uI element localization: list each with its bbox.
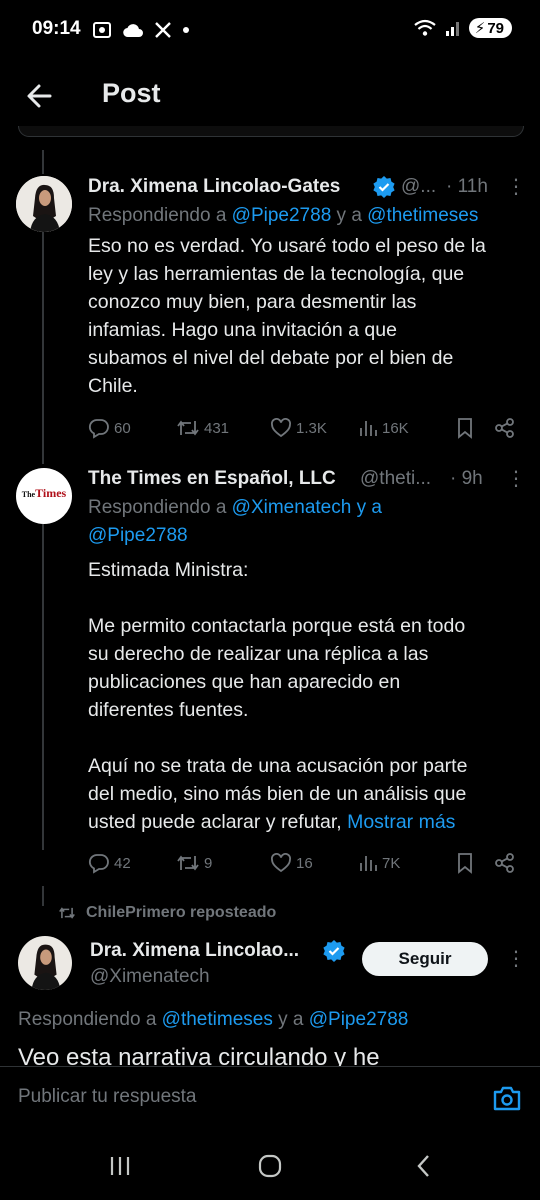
share-icon — [495, 853, 514, 873]
arrow-left-icon — [27, 84, 52, 108]
reply-button[interactable]: 42 — [88, 852, 176, 874]
views-button[interactable]: 7K — [358, 853, 456, 873]
post-text: Eso no es verdad. Yo usaré todo el peso … — [88, 235, 486, 397]
author-name[interactable]: Dra. Ximena Lincolao... — [90, 940, 299, 962]
profile-photo — [18, 936, 72, 990]
reply-input[interactable]: Publicar tu respuesta — [18, 1086, 197, 1108]
reply-count: 42 — [114, 854, 131, 872]
verified-badge-icon — [323, 940, 345, 962]
more-options-icon[interactable]: ⋮ — [506, 174, 526, 199]
show-more-link[interactable]: Mostrar más — [347, 811, 455, 833]
thread-connector — [42, 886, 44, 906]
like-count: 1.3K — [296, 419, 327, 437]
battery-level: 79 — [487, 19, 504, 37]
reply-count: 60 — [114, 419, 131, 437]
repost-icon — [177, 420, 199, 436]
like-button[interactable]: 1.3K — [270, 418, 358, 438]
reply-button[interactable]: 60 — [88, 417, 176, 439]
parent-post-edge[interactable] — [18, 126, 524, 137]
view-count: 7K — [382, 854, 401, 872]
home-icon[interactable] — [258, 1154, 282, 1178]
post-time: · 11h — [446, 176, 488, 197]
mention-link[interactable]: @Pipe2788 — [309, 1009, 409, 1030]
repost-count: 9 — [204, 854, 213, 872]
share-icon — [495, 418, 514, 438]
post-text: Estimada Ministra: Me permito contactarl… — [88, 559, 468, 833]
mention-link[interactable]: @Pipe2788 — [232, 205, 332, 226]
screenshot-icon — [93, 22, 111, 38]
reply-icon — [88, 419, 109, 439]
bookmark-button[interactable] — [456, 852, 494, 874]
mention-link[interactable]: @thetimeses — [162, 1009, 273, 1030]
mention-link[interactable]: @Pipe2788 — [88, 525, 188, 546]
author-name[interactable]: Dra. Ximena Lincolao-Gates — [88, 176, 340, 198]
author-handle[interactable]: @theti... — [360, 468, 431, 490]
bookmark-icon — [458, 853, 472, 874]
tweet-the-times[interactable]: TheTimes The Times en Español, LLC @thet… — [0, 462, 540, 842]
bookmark-icon — [458, 418, 472, 439]
mention-link[interactable]: @Ximenatech — [232, 497, 352, 518]
repost-button[interactable]: 9 — [176, 852, 270, 874]
status-bar: 09:14 ⚡ 79 — [0, 0, 540, 64]
view-count: 16K — [382, 419, 409, 437]
times-logo: TheTimes — [21, 486, 67, 500]
wifi-icon — [414, 19, 436, 36]
tweet-actions: 42 9 16 7K — [88, 852, 518, 874]
page-title: Post — [102, 78, 161, 108]
repost-icon — [59, 907, 75, 919]
replying-to: Respondiendo a @thetimeses y a @Pipe2788 — [18, 1009, 409, 1030]
avatar[interactable]: TheTimes — [16, 468, 72, 524]
profile-photo — [16, 176, 72, 232]
signal-icon — [445, 22, 459, 36]
cloud-icon — [123, 24, 143, 38]
share-button[interactable] — [494, 852, 516, 874]
tweet-actions: 60 431 1.3K 16K — [88, 417, 518, 439]
author-name[interactable]: The Times en Español, LLC — [88, 468, 336, 490]
share-button[interactable] — [494, 417, 516, 439]
verified-badge-icon — [373, 176, 395, 198]
tweet-ximena[interactable]: Dra. Ximena Lincolao-Gates @... · 11h ⋮ … — [0, 170, 540, 450]
charging-bolt-icon: ⚡ — [474, 20, 486, 37]
heart-icon — [271, 418, 291, 438]
replying-to: Respondiendo a @Pipe2788 y a @thetimeses — [88, 205, 479, 226]
bookmark-button[interactable] — [456, 417, 494, 439]
avatar[interactable] — [18, 936, 72, 990]
repost-button[interactable]: 431 — [176, 417, 270, 439]
repost-count: 431 — [204, 419, 230, 437]
author-handle[interactable]: @Ximenatech — [90, 966, 210, 988]
x-logo-icon — [155, 22, 171, 38]
like-count: 16 — [296, 854, 313, 872]
author-handle[interactable]: @... — [401, 176, 436, 198]
like-button[interactable]: 16 — [270, 853, 358, 873]
recent-apps-icon[interactable] — [108, 1154, 132, 1178]
reply-icon — [88, 854, 109, 874]
avatar[interactable] — [16, 176, 72, 232]
status-time: 09:14 — [32, 18, 81, 39]
dot-icon — [183, 27, 189, 33]
views-icon — [360, 856, 377, 871]
back-nav-icon[interactable] — [412, 1154, 436, 1178]
more-options-icon[interactable]: ⋮ — [506, 946, 526, 971]
back-button[interactable] — [22, 78, 58, 114]
repost-icon — [177, 855, 199, 871]
views-icon — [360, 421, 377, 436]
top-app-bar — [0, 64, 540, 126]
camera-icon[interactable] — [492, 1084, 522, 1112]
reposted-label: ChilePrimero reposteado — [58, 904, 276, 922]
system-navigation-bar — [0, 1132, 540, 1200]
replying-to: Respondiendo a @Ximenatech y a @Pipe2788 — [88, 497, 382, 546]
heart-icon — [271, 853, 291, 873]
follow-button[interactable]: Seguir — [362, 942, 488, 976]
more-options-icon[interactable]: ⋮ — [506, 466, 526, 491]
mention-link[interactable]: @thetimeses — [367, 205, 478, 226]
battery-indicator: ⚡ 79 — [468, 18, 512, 38]
post-time: · 9h — [450, 468, 483, 489]
views-button[interactable]: 16K — [358, 418, 456, 438]
